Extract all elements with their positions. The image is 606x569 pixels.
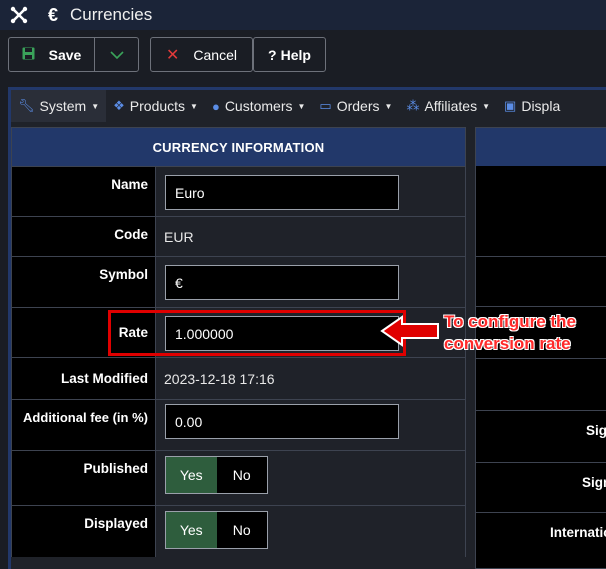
displayed-label: Displayed xyxy=(12,506,156,557)
additional-fee-row: Additional fee (in %) 0.00 xyxy=(12,399,465,450)
panel-heading: CURRENCY INFORMATION xyxy=(12,128,465,166)
help-button[interactable]: ? Help xyxy=(253,37,326,72)
save-label: Save xyxy=(48,46,82,63)
menu-affiliates-label: Affiliates xyxy=(424,98,478,114)
secondary-label: Internatio xyxy=(550,525,606,540)
save-options-dropdown[interactable] xyxy=(94,37,139,72)
menu-orders-label: Orders xyxy=(336,98,380,114)
menu-affiliates[interactable]: ⁂ Affiliates ▼ xyxy=(399,90,497,122)
caret-down-icon: ▼ xyxy=(91,101,100,111)
cancel-label: Cancel xyxy=(193,46,237,63)
secondary-label: Sig xyxy=(586,423,606,438)
close-icon: ✕ xyxy=(166,46,180,64)
displayed-yes-option[interactable]: Yes xyxy=(166,512,217,548)
last-modified-value: 2023-12-18 17:16 xyxy=(164,371,275,387)
displayed-no-option[interactable]: No xyxy=(216,512,267,548)
caret-down-icon: ▼ xyxy=(482,101,491,111)
menu-customers-label: Customers xyxy=(224,98,293,114)
save-button[interactable]: Save xyxy=(8,37,95,72)
save-icon xyxy=(22,47,35,63)
published-yes-option[interactable]: Yes xyxy=(166,457,217,493)
menu-display[interactable]: ▣ Displa xyxy=(497,90,567,122)
main-menu: 🔧︎ System ▼ ❖ Products ▼ ● Customers ▼ ▭ Or… xyxy=(11,90,606,122)
menu-customers[interactable]: ● Customers ▼ xyxy=(205,90,312,122)
help-label: Help xyxy=(280,46,311,63)
secondary-row: Sig xyxy=(476,410,606,462)
question-icon: ? xyxy=(268,46,277,63)
rate-highlight-box xyxy=(108,310,406,356)
secondary-row: Internatio xyxy=(476,512,606,568)
cubes-icon: ❖ xyxy=(113,98,125,113)
secondary-label: Sign xyxy=(582,475,606,490)
toolbar: Save ✕ Cancel ? Help xyxy=(0,30,606,78)
menu-products-label: Products xyxy=(129,98,186,114)
name-field[interactable]: Euro xyxy=(165,175,399,210)
symbol-row: Symbol € xyxy=(12,256,465,307)
code-label: Code xyxy=(12,217,156,256)
annotation-line-1: To configure the xyxy=(444,312,576,331)
published-label: Published xyxy=(12,451,156,505)
secondary-panel-heading xyxy=(476,128,606,166)
additional-fee-field[interactable]: 0.00 xyxy=(165,404,399,439)
caret-down-icon: ▼ xyxy=(384,101,393,111)
menu-display-label: Displa xyxy=(521,98,561,114)
menu-system[interactable]: 🔧︎ System ▼ xyxy=(11,90,107,122)
name-label: Name xyxy=(12,167,156,216)
additional-fee-label: Additional fee (in %) xyxy=(12,400,156,450)
arrow-left-icon xyxy=(380,315,439,347)
euro-icon: € xyxy=(48,4,59,25)
published-toggle: Yes No xyxy=(165,456,268,494)
symbol-field[interactable]: € xyxy=(165,265,399,300)
chevron-down-icon xyxy=(109,47,124,63)
cancel-button[interactable]: ✕ Cancel xyxy=(150,37,253,72)
users-icon: ⁂ xyxy=(406,98,420,113)
page-title: Currencies xyxy=(70,5,153,24)
title-bar: € Currencies xyxy=(0,0,606,30)
displayed-toggle: Yes No xyxy=(165,511,268,549)
secondary-row: Sign xyxy=(476,462,606,512)
displayed-row: Displayed Yes No xyxy=(12,505,465,557)
name-row: Name Euro xyxy=(12,166,465,216)
user-icon: ● xyxy=(211,98,220,114)
menu-system-label: System xyxy=(39,98,87,114)
secondary-divider xyxy=(476,358,606,359)
monitor-icon: ▣ xyxy=(504,98,517,113)
last-modified-label: Last Modified xyxy=(12,358,156,399)
menu-orders[interactable]: ▭ Orders ▼ xyxy=(312,90,399,122)
symbol-label: Symbol xyxy=(12,257,156,307)
code-row: Code EUR xyxy=(12,216,465,256)
caret-down-icon: ▼ xyxy=(297,101,306,111)
joomla-logo-icon[interactable] xyxy=(0,0,38,30)
secondary-divider xyxy=(476,306,606,307)
annotation-line-2: conversion rate xyxy=(444,334,571,353)
code-value: EUR xyxy=(164,229,194,245)
menu-products[interactable]: ❖ Products ▼ xyxy=(106,90,205,122)
caret-down-icon: ▼ xyxy=(190,101,198,111)
wrench-icon: 🔧︎ xyxy=(18,98,35,113)
secondary-divider xyxy=(476,256,606,257)
published-row: Published Yes No xyxy=(12,450,465,505)
credit-card-icon: ▭ xyxy=(319,98,332,113)
published-no-option[interactable]: No xyxy=(216,457,267,493)
last-modified-row: Last Modified 2023-12-18 17:16 xyxy=(12,357,465,399)
annotation-text: To configure the conversion rate xyxy=(444,311,576,355)
